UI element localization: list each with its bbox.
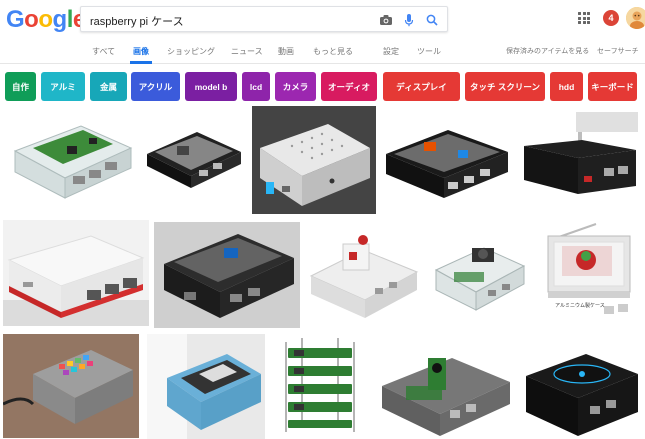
image-caption: アルミニウム製ケース: [555, 303, 605, 309]
image-result[interactable]: [3, 334, 139, 438]
search-tabs: すべて 画像 ショッピング ニュース 動画 もっと見る 設定 ツール 保存済みの…: [0, 40, 645, 64]
tab-tools[interactable]: ツール: [417, 46, 441, 57]
image-result[interactable]: [376, 336, 514, 439]
image-result[interactable]: [3, 106, 137, 208]
active-tab-indicator: [130, 61, 152, 64]
avatar[interactable]: [626, 7, 645, 29]
logo-letter: G: [6, 6, 25, 33]
tab-news[interactable]: ニュース: [231, 46, 263, 57]
chip-7[interactable]: オーディオ: [321, 72, 377, 101]
logo-letter: o: [38, 6, 53, 33]
chip-2[interactable]: 金属: [90, 72, 127, 101]
image-result[interactable]: [305, 222, 423, 326]
image-result[interactable]: [147, 334, 265, 439]
tab-more[interactable]: もっと見る: [313, 46, 353, 57]
microphone-icon[interactable]: [400, 11, 418, 29]
image-result[interactable]: [428, 230, 528, 316]
search-input[interactable]: raspberry pi ケース: [90, 13, 184, 29]
image-result[interactable]: [3, 220, 149, 326]
google-logo[interactable]: Google: [6, 6, 86, 34]
chip-6[interactable]: カメラ: [275, 72, 316, 101]
chip-1[interactable]: アルミ: [41, 72, 85, 101]
chip-0[interactable]: 自作: [5, 72, 36, 101]
tab-images[interactable]: 画像: [133, 46, 149, 57]
chip-11[interactable]: キーボード: [588, 72, 637, 101]
image-result[interactable]: [272, 334, 370, 439]
saved-items-link[interactable]: 保存済みのアイテムを見る: [506, 46, 589, 56]
image-result[interactable]: [518, 110, 642, 214]
notification-badge[interactable]: 4: [603, 10, 619, 26]
tab-all[interactable]: すべて: [92, 46, 115, 57]
image-result[interactable]: [252, 106, 376, 214]
camera-icon[interactable]: [377, 11, 395, 29]
chip-10[interactable]: hdd: [550, 72, 583, 101]
logo-letter: o: [24, 6, 39, 33]
image-result[interactable]: [141, 118, 245, 196]
chip-3[interactable]: アクリル: [131, 72, 180, 101]
safesearch-link[interactable]: セーフサーチ: [597, 46, 639, 56]
chip-4[interactable]: model b: [185, 72, 237, 101]
chip-9[interactable]: タッチ スクリーン: [465, 72, 545, 101]
tab-settings[interactable]: 設定: [383, 46, 399, 57]
tab-shopping[interactable]: ショッピング: [167, 46, 215, 57]
chip-8[interactable]: ディスプレイ: [383, 72, 460, 101]
chip-5[interactable]: lcd: [242, 72, 270, 101]
image-results-grid: アルミニウム製ケース: [0, 104, 645, 439]
image-result[interactable]: [154, 222, 300, 328]
tab-videos[interactable]: 動画: [278, 46, 294, 57]
search-icon[interactable]: [423, 11, 441, 29]
search-box[interactable]: raspberry pi ケース: [80, 6, 448, 32]
image-result[interactable]: [520, 336, 642, 439]
logo-letter: g: [52, 6, 68, 33]
header: Google raspberry pi ケース 4: [0, 0, 645, 40]
image-result[interactable]: [382, 120, 512, 208]
related-search-chips: 自作 アルミ 金属 アクリル model b lcd カメラ オーディオ ディスプレイ タッチ ス…: [0, 70, 645, 102]
apps-grid-icon[interactable]: [578, 12, 590, 24]
